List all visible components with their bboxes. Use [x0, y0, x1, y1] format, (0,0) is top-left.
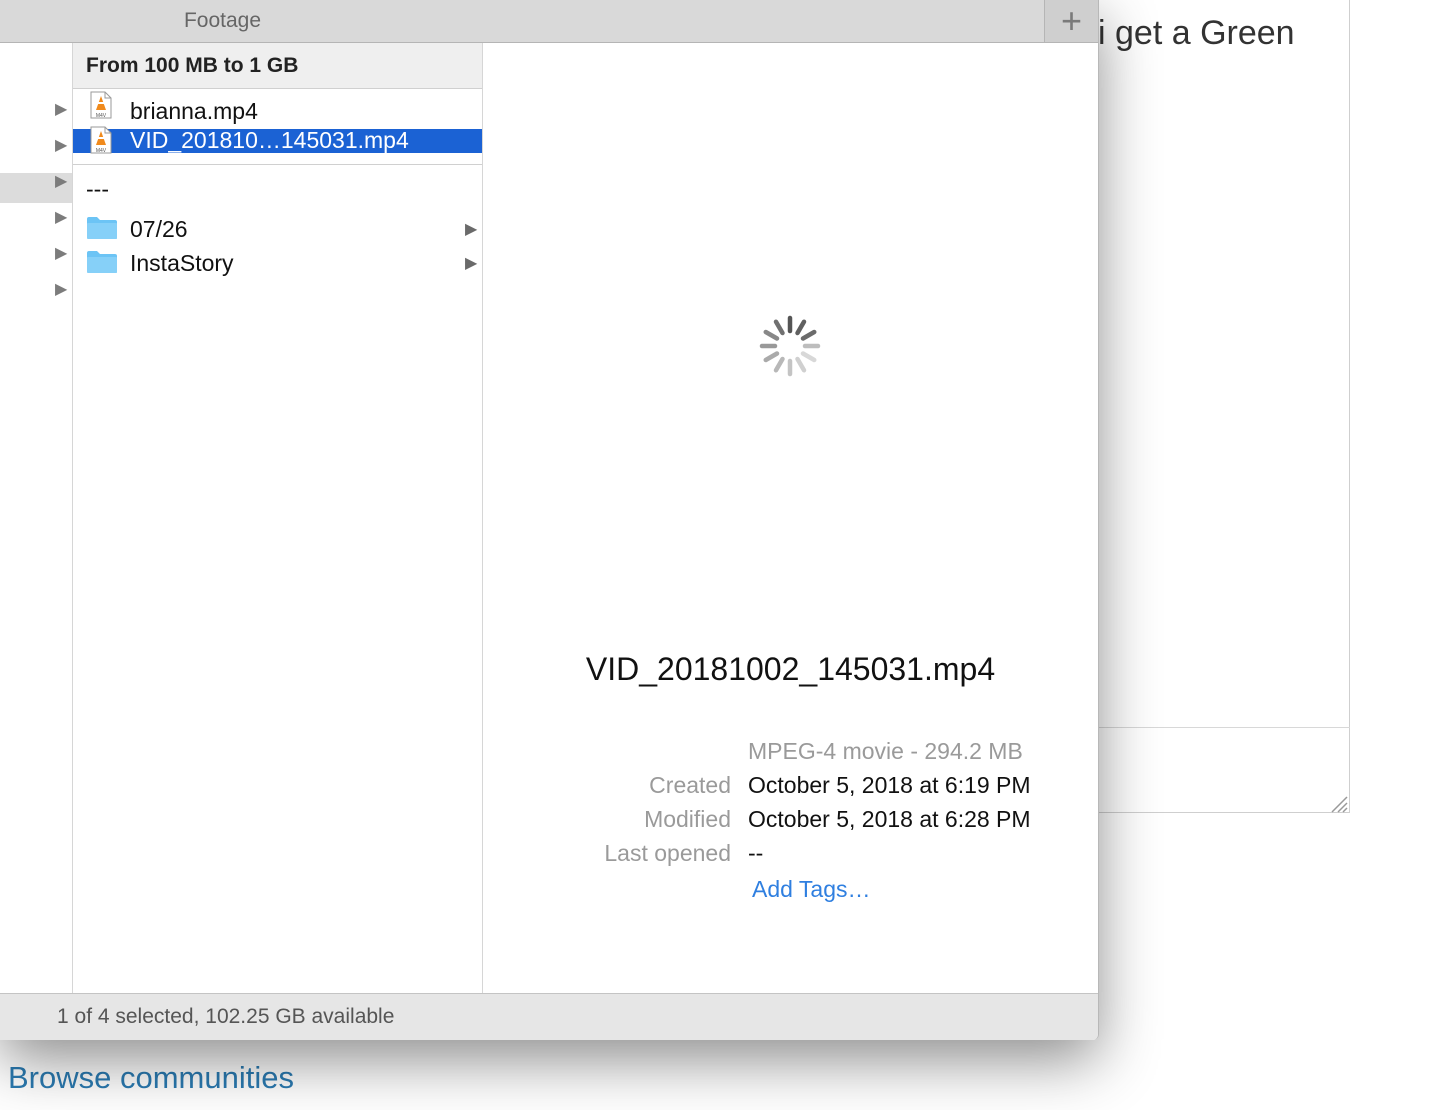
parent-column: ▶ ▶ ▶ ▶ ▶ ▶ [0, 43, 73, 993]
kind-size: MPEG-4 movie - 294.2 MB [748, 738, 1023, 764]
finder-window: Footage + ▶ ▶ ▶ ▶ ▶ ▶ From 100 MB to 1 G… [0, 0, 1099, 1040]
chevron-right-icon: ▶ [465, 221, 478, 238]
background-divider [1098, 727, 1350, 728]
separator-item-label: --- [86, 176, 109, 202]
disclosure-arrow-icon[interactable]: ▶ [55, 243, 67, 263]
list-item[interactable]: 07/26 ▶ [73, 215, 482, 245]
background-textarea[interactable] [1098, 0, 1350, 813]
file-name: VID_201810…145031.mp4 [130, 127, 409, 153]
created-value: October 5, 2018 at 6:19 PM [748, 772, 1031, 798]
preview-filename: VID_20181002_145031.mp4 [585, 651, 996, 687]
column-header-label: From 100 MB to 1 GB [86, 54, 299, 77]
disclosure-arrow-icon[interactable]: ▶ [55, 171, 67, 191]
disclosure-arrow-icon[interactable]: ▶ [55, 135, 67, 155]
svg-text:M4V: M4V [96, 113, 107, 119]
list-item[interactable]: M4V VID_201810…145031.mp4 [73, 126, 482, 154]
folder-icon [87, 251, 117, 273]
browse-communities-link[interactable]: Browse communities [8, 1060, 294, 1096]
status-text: 1 of 4 selected, 102.25 GB available [57, 1005, 395, 1028]
status-bar: 1 of 4 selected, 102.25 GB available [0, 993, 1098, 1040]
svg-text:M4V: M4V [96, 148, 107, 154]
disclosure-arrow-icon[interactable]: ▶ [55, 207, 67, 227]
list-item[interactable]: InstaStory ▶ [73, 249, 482, 279]
background-partial-text: i get a Green [1098, 14, 1295, 52]
disclosure-arrow-icon[interactable]: ▶ [55, 99, 67, 119]
last-opened-value: -- [748, 840, 764, 866]
folder-name: InstaStory [130, 250, 234, 276]
m4v-file-icon: M4V [90, 91, 112, 119]
plus-icon: + [1060, 0, 1083, 41]
list-item[interactable]: --- [73, 175, 482, 205]
modified-label: Modified [644, 806, 731, 832]
add-tags-link[interactable]: Add Tags… [752, 876, 870, 903]
results-column: From 100 MB to 1 GB M4V brianna.mp4 M4V … [73, 43, 483, 993]
loading-spinner-icon [759, 315, 821, 377]
tab-footage[interactable]: Footage [0, 9, 445, 33]
list-item[interactable]: M4V brianna.mp4 [73, 91, 482, 127]
add-tab-button[interactable]: + [1045, 0, 1098, 42]
modified-value: October 5, 2018 at 6:28 PM [748, 806, 1031, 832]
last-opened-label: Last opened [604, 840, 731, 866]
folder-icon [87, 217, 117, 239]
column-header: From 100 MB to 1 GB [73, 43, 482, 89]
created-label: Created [649, 772, 731, 798]
divider [73, 164, 482, 165]
tab-bar: Footage + [0, 0, 1098, 43]
preview-pane: VID_20181002_145031.mp4 MPEG-4 movie - 2… [483, 43, 1098, 993]
m4v-file-icon: M4V [90, 126, 112, 154]
disclosure-arrow-icon[interactable]: ▶ [55, 279, 67, 299]
resize-grip-icon[interactable] [1330, 795, 1348, 813]
folder-name: 07/26 [130, 216, 188, 242]
chevron-right-icon: ▶ [465, 255, 478, 272]
file-name: brianna.mp4 [130, 98, 258, 124]
